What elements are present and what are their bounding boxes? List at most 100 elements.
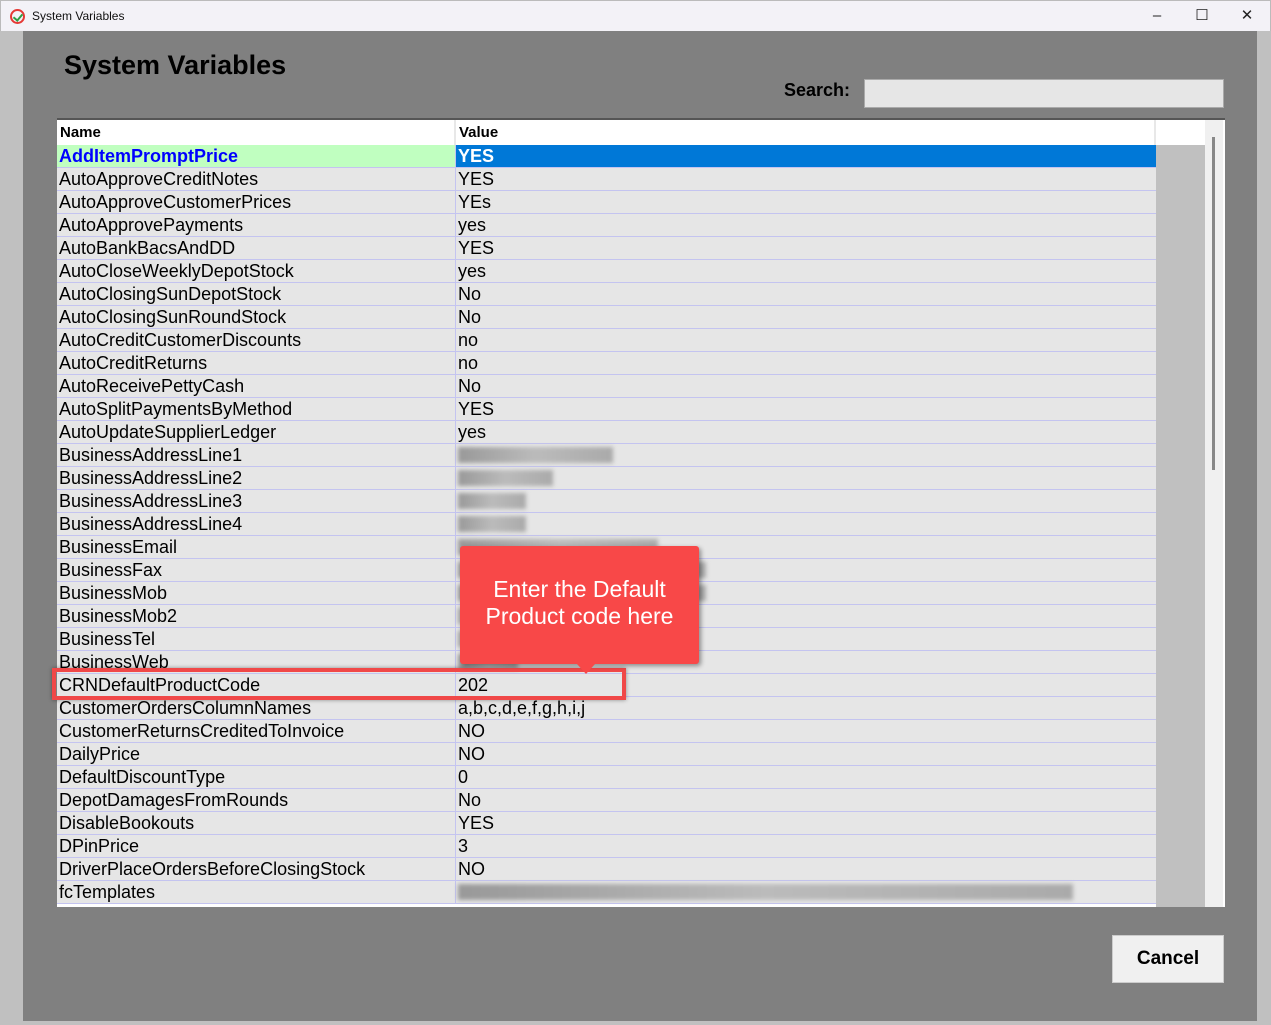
- table-row[interactable]: DailyPrice NO: [57, 743, 1157, 766]
- minimize-button[interactable]: –: [1142, 5, 1172, 27]
- callout-tooltip: Enter the Default Product code here: [460, 546, 699, 674]
- variable-name[interactable]: AutoCloseWeeklyDepotStock: [57, 260, 456, 283]
- table-row[interactable]: AutoApproveCreditNotes YES: [57, 168, 1157, 191]
- redacted-value: [458, 493, 526, 509]
- variable-name[interactable]: AutoSplitPaymentsByMethod: [57, 398, 456, 421]
- variable-name[interactable]: CustomerReturnsCreditedToInvoice: [57, 720, 456, 743]
- variable-name[interactable]: DailyPrice: [57, 743, 456, 766]
- scrollbar-thumb[interactable]: [1212, 137, 1215, 470]
- variable-name[interactable]: DriverPlaceOrdersBeforeClosingStock: [57, 858, 456, 881]
- table-row[interactable]: AutoCreditCustomerDiscounts no: [57, 329, 1157, 352]
- variable-value[interactable]: no: [456, 352, 1156, 375]
- table-row[interactable]: AutoApprovePayments yes: [57, 214, 1157, 237]
- variable-name[interactable]: DepotDamagesFromRounds: [57, 789, 456, 812]
- table-row[interactable]: DisableBookouts YES: [57, 812, 1157, 835]
- variable-name[interactable]: CustomerOrdersColumnNames: [57, 697, 456, 720]
- redacted-value: [458, 470, 553, 486]
- table-row[interactable]: CustomerReturnsCreditedToInvoice NO: [57, 720, 1157, 743]
- table-row[interactable]: AutoBankBacsAndDD YES: [57, 237, 1157, 260]
- variable-name[interactable]: AutoUpdateSupplierLedger: [57, 421, 456, 444]
- variable-name[interactable]: BusinessEmail: [57, 536, 456, 559]
- column-header-name[interactable]: Name: [57, 120, 456, 145]
- table-row[interactable]: AutoClosingSunRoundStock No: [57, 306, 1157, 329]
- variable-value[interactable]: NO: [456, 858, 1156, 881]
- table-row[interactable]: AutoApproveCustomerPrices YEs: [57, 191, 1157, 214]
- variable-value[interactable]: no: [456, 329, 1156, 352]
- variable-value[interactable]: [456, 467, 1156, 490]
- variable-name[interactable]: AutoClosingSunDepotStock: [57, 283, 456, 306]
- table-row[interactable]: AutoUpdateSupplierLedger yes: [57, 421, 1157, 444]
- variable-value[interactable]: yes: [456, 214, 1156, 237]
- variable-value[interactable]: YES: [456, 237, 1156, 260]
- variable-value[interactable]: yes: [456, 421, 1156, 444]
- grid-empty-area: [1156, 145, 1205, 907]
- table-row[interactable]: DPinPrice 3: [57, 835, 1157, 858]
- variable-value[interactable]: yes: [456, 260, 1156, 283]
- variable-name[interactable]: AutoCreditCustomerDiscounts: [57, 329, 456, 352]
- variable-name[interactable]: AutoCreditReturns: [57, 352, 456, 375]
- variable-name[interactable]: fcTemplates: [57, 881, 456, 904]
- variable-name[interactable]: BusinessMob: [57, 582, 456, 605]
- callout-line-2: Product code here: [485, 603, 674, 629]
- variable-name[interactable]: DefaultDiscountType: [57, 766, 456, 789]
- table-row[interactable]: AutoClosingSunDepotStock No: [57, 283, 1157, 306]
- highlight-box: [52, 668, 626, 700]
- variable-value[interactable]: No: [456, 789, 1156, 812]
- close-button[interactable]: ✕: [1232, 5, 1262, 27]
- variable-value[interactable]: YES: [456, 145, 1156, 168]
- table-row[interactable]: CustomerOrdersColumnNames a,b,c,d,e,f,g,h…: [57, 697, 1157, 720]
- table-row[interactable]: AutoSplitPaymentsByMethod YES: [57, 398, 1157, 421]
- table-row[interactable]: AutoCloseWeeklyDepotStock yes: [57, 260, 1157, 283]
- variable-name[interactable]: AutoBankBacsAndDD: [57, 237, 456, 260]
- table-row[interactable]: fcTemplates: [57, 881, 1157, 904]
- variable-name[interactable]: AddItemPromptPrice: [57, 145, 456, 168]
- table-row[interactable]: BusinessAddressLine4: [57, 513, 1157, 536]
- variable-value[interactable]: No: [456, 283, 1156, 306]
- cancel-button[interactable]: Cancel: [1112, 935, 1224, 983]
- variable-value[interactable]: No: [456, 306, 1156, 329]
- maximize-button[interactable]: ☐: [1187, 5, 1217, 27]
- table-row[interactable]: BusinessAddressLine3: [57, 490, 1157, 513]
- variable-name[interactable]: BusinessAddressLine3: [57, 490, 456, 513]
- variable-name[interactable]: BusinessTel: [57, 628, 456, 651]
- variable-name[interactable]: BusinessMob2: [57, 605, 456, 628]
- variable-name[interactable]: DPinPrice: [57, 835, 456, 858]
- variables-grid: Name Value AddItemPromptPrice YES AutoAppr…: [57, 118, 1225, 907]
- table-row[interactable]: AutoReceivePettyCash No: [57, 375, 1157, 398]
- variable-value[interactable]: 0: [456, 766, 1156, 789]
- variable-value[interactable]: NO: [456, 720, 1156, 743]
- variable-value[interactable]: No: [456, 375, 1156, 398]
- variable-value[interactable]: YES: [456, 168, 1156, 191]
- table-row[interactable]: DefaultDiscountType 0: [57, 766, 1157, 789]
- table-row[interactable]: AddItemPromptPrice YES: [57, 145, 1157, 168]
- column-header-value[interactable]: Value: [456, 120, 1156, 145]
- variable-name[interactable]: BusinessAddressLine4: [57, 513, 456, 536]
- variable-value[interactable]: [456, 513, 1156, 536]
- title-bar: System Variables – ☐ ✕: [0, 0, 1271, 31]
- table-row[interactable]: DepotDamagesFromRounds No: [57, 789, 1157, 812]
- variable-value[interactable]: [456, 490, 1156, 513]
- table-row[interactable]: BusinessAddressLine2: [57, 467, 1157, 490]
- variable-value[interactable]: YES: [456, 812, 1156, 835]
- variable-name[interactable]: AutoApproveCreditNotes: [57, 168, 456, 191]
- variable-value[interactable]: NO: [456, 743, 1156, 766]
- window-title: System Variables: [32, 9, 125, 23]
- table-row[interactable]: AutoCreditReturns no: [57, 352, 1157, 375]
- search-input[interactable]: [864, 79, 1224, 108]
- variable-name[interactable]: DisableBookouts: [57, 812, 456, 835]
- variable-value[interactable]: YES: [456, 398, 1156, 421]
- variable-name[interactable]: BusinessAddressLine2: [57, 467, 456, 490]
- variable-value[interactable]: YEs: [456, 191, 1156, 214]
- table-row[interactable]: DriverPlaceOrdersBeforeClosingStock NO: [57, 858, 1157, 881]
- variable-name[interactable]: BusinessAddressLine1: [57, 444, 456, 467]
- vertical-scrollbar[interactable]: [1205, 120, 1223, 907]
- redacted-value: [458, 516, 526, 532]
- variable-name[interactable]: AutoClosingSunRoundStock: [57, 306, 456, 329]
- variable-name[interactable]: AutoReceivePettyCash: [57, 375, 456, 398]
- table-row[interactable]: BusinessAddressLine1: [57, 444, 1157, 467]
- variable-value[interactable]: 3: [456, 835, 1156, 858]
- variable-name[interactable]: AutoApproveCustomerPrices: [57, 191, 456, 214]
- variable-name[interactable]: BusinessFax: [57, 559, 456, 582]
- variable-value[interactable]: a,b,c,d,e,f,g,h,i,j: [456, 697, 1156, 720]
- variable-name[interactable]: AutoApprovePayments: [57, 214, 456, 237]
